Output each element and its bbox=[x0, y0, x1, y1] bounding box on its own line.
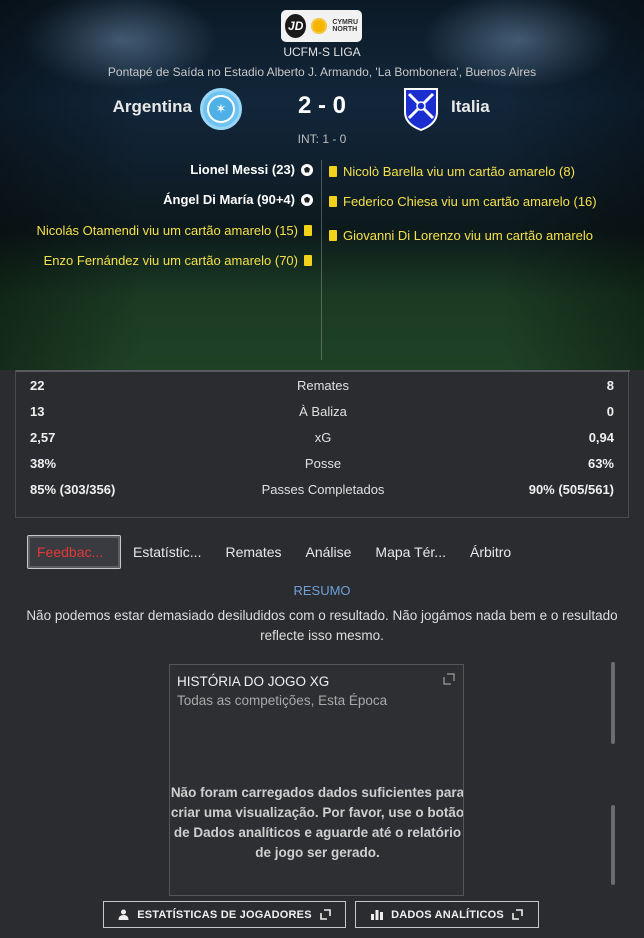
stat-away-value: 8 bbox=[606, 378, 614, 393]
goal-scorer[interactable]: Lionel Messi (23) bbox=[190, 162, 295, 177]
yellow-card-icon bbox=[329, 196, 337, 207]
goal-ball-icon bbox=[301, 163, 313, 176]
tab-bar: Feedbac... Estatístic... Remates Análise… bbox=[27, 535, 523, 569]
sun-logo-icon bbox=[310, 16, 329, 36]
away-event-row: Federico Chiesa viu um cartão amarelo (1… bbox=[326, 192, 644, 214]
home-event-row: Lionel Messi (23) bbox=[0, 161, 318, 183]
yellow-card-event[interactable]: Giovanni Di Lorenzo viu um cartão amarel… bbox=[343, 228, 593, 243]
person-icon bbox=[118, 909, 129, 920]
open-external-icon bbox=[512, 909, 523, 920]
goal-scorer[interactable]: Ángel Di María (90+4) bbox=[163, 192, 295, 207]
xg-empty-message: Não foram carregados dados suficientes p… bbox=[170, 785, 464, 860]
stat-row: 22 Remates 8 bbox=[16, 378, 630, 400]
stat-away-value: 0,94 bbox=[588, 430, 614, 445]
stat-row: 85% (303/356) Passes Completados 90% (50… bbox=[16, 482, 630, 504]
xg-story-panel: HISTÓRIA DO JOGO XG Todas as competições… bbox=[169, 664, 464, 896]
expand-icon[interactable] bbox=[443, 673, 455, 685]
scrollbar-track[interactable] bbox=[611, 805, 615, 885]
logo-text-line2: NORTH bbox=[332, 26, 358, 33]
stat-label: xG bbox=[314, 430, 332, 445]
xg-panel-subtitle: Todas as competições, Esta Época bbox=[177, 693, 388, 708]
stat-row: 13 À Baliza 0 bbox=[16, 404, 630, 426]
home-event-row: Ángel Di María (90+4) bbox=[0, 191, 318, 213]
league-name: UCFM-S LIGA bbox=[283, 45, 361, 59]
yellow-card-icon bbox=[304, 255, 312, 266]
yellow-card-icon bbox=[304, 225, 312, 236]
away-team-name[interactable]: Italia bbox=[451, 97, 490, 117]
stats-divider bbox=[16, 370, 630, 372]
yellow-card-event[interactable]: Enzo Fernández viu um cartão amarelo (70… bbox=[44, 253, 298, 268]
summary-text: Não podemos estar demasiado desiludidos … bbox=[26, 608, 618, 643]
logo-text: CYMRU NORTH bbox=[332, 19, 358, 33]
yellow-card-icon bbox=[329, 230, 337, 241]
tab-feedback[interactable]: Feedbac... bbox=[27, 535, 121, 569]
match-score: 2 - 0 bbox=[297, 92, 347, 119]
home-event-row: Enzo Fernández viu um cartão amarelo (70… bbox=[0, 251, 318, 273]
summary-title: RESUMO bbox=[293, 583, 351, 598]
analytics-button[interactable]: DADOS ANALÍTICOS bbox=[355, 901, 539, 928]
stat-away-value: 0 bbox=[606, 404, 614, 419]
yellow-card-event[interactable]: Nicolás Otamendi viu um cartão amarelo (… bbox=[36, 223, 298, 238]
logo-text-line1: CYMRU bbox=[332, 19, 358, 26]
tab-referee[interactable]: Árbitro bbox=[458, 535, 523, 569]
yellow-card-icon bbox=[329, 166, 337, 177]
scrollbar-thumb[interactable] bbox=[611, 662, 615, 744]
tab-analysis[interactable]: Análise bbox=[294, 535, 364, 569]
away-event-row: Nicolò Barella viu um cartão amarelo (8) bbox=[326, 162, 644, 184]
stat-label: Remates bbox=[296, 378, 350, 393]
xg-panel-title: HISTÓRIA DO JOGO XG bbox=[177, 674, 330, 689]
stat-away-value: 90% (505/561) bbox=[528, 482, 614, 497]
yellow-card-event[interactable]: Nicolò Barella viu um cartão amarelo (8) bbox=[343, 164, 575, 179]
goal-ball-icon bbox=[301, 193, 313, 206]
player-stats-button[interactable]: ESTATÍSTICAS DE JOGADORES bbox=[103, 901, 346, 928]
tab-shots[interactable]: Remates bbox=[213, 535, 293, 569]
stat-label: À Baliza bbox=[299, 404, 347, 419]
yellow-card-event[interactable]: Federico Chiesa viu um cartão amarelo (1… bbox=[343, 194, 597, 209]
away-event-row: Giovanni Di Lorenzo viu um cartão amarel… bbox=[326, 226, 644, 248]
league-logo: JD CYMRU NORTH bbox=[281, 10, 362, 42]
stat-row: 2,57 xG 0,94 bbox=[16, 430, 630, 452]
italia-crest-icon[interactable] bbox=[401, 86, 441, 132]
stat-row: 38% Posse 63% bbox=[16, 456, 630, 478]
bar-chart-icon bbox=[371, 910, 384, 920]
open-external-icon bbox=[319, 909, 331, 920]
halftime-score: INT: 1 - 0 bbox=[297, 132, 347, 146]
stat-label: Posse bbox=[304, 456, 342, 471]
stat-away-value: 63% bbox=[587, 456, 614, 471]
venue-text: Pontapé de Saída no Estadio Alberto J. A… bbox=[107, 65, 537, 79]
tab-heatmap[interactable]: Mapa Tér... bbox=[363, 535, 458, 569]
tab-statistics[interactable]: Estatístic... bbox=[121, 535, 213, 569]
match-header: JD CYMRU NORTH UCFM-S LIGA Pontapé de Sa… bbox=[0, 0, 644, 370]
home-event-row: Nicolás Otamendi viu um cartão amarelo (… bbox=[0, 221, 318, 243]
jd-logo-icon: JD bbox=[285, 14, 307, 38]
match-stats-panel: 22 Remates 8 13 À Baliza 0 2,57 xG 0,94 … bbox=[15, 370, 630, 518]
analytics-label: DADOS ANALÍTICOS bbox=[391, 908, 504, 921]
player-stats-label: ESTATÍSTICAS DE JOGADORES bbox=[137, 908, 312, 921]
events-divider bbox=[321, 160, 322, 360]
